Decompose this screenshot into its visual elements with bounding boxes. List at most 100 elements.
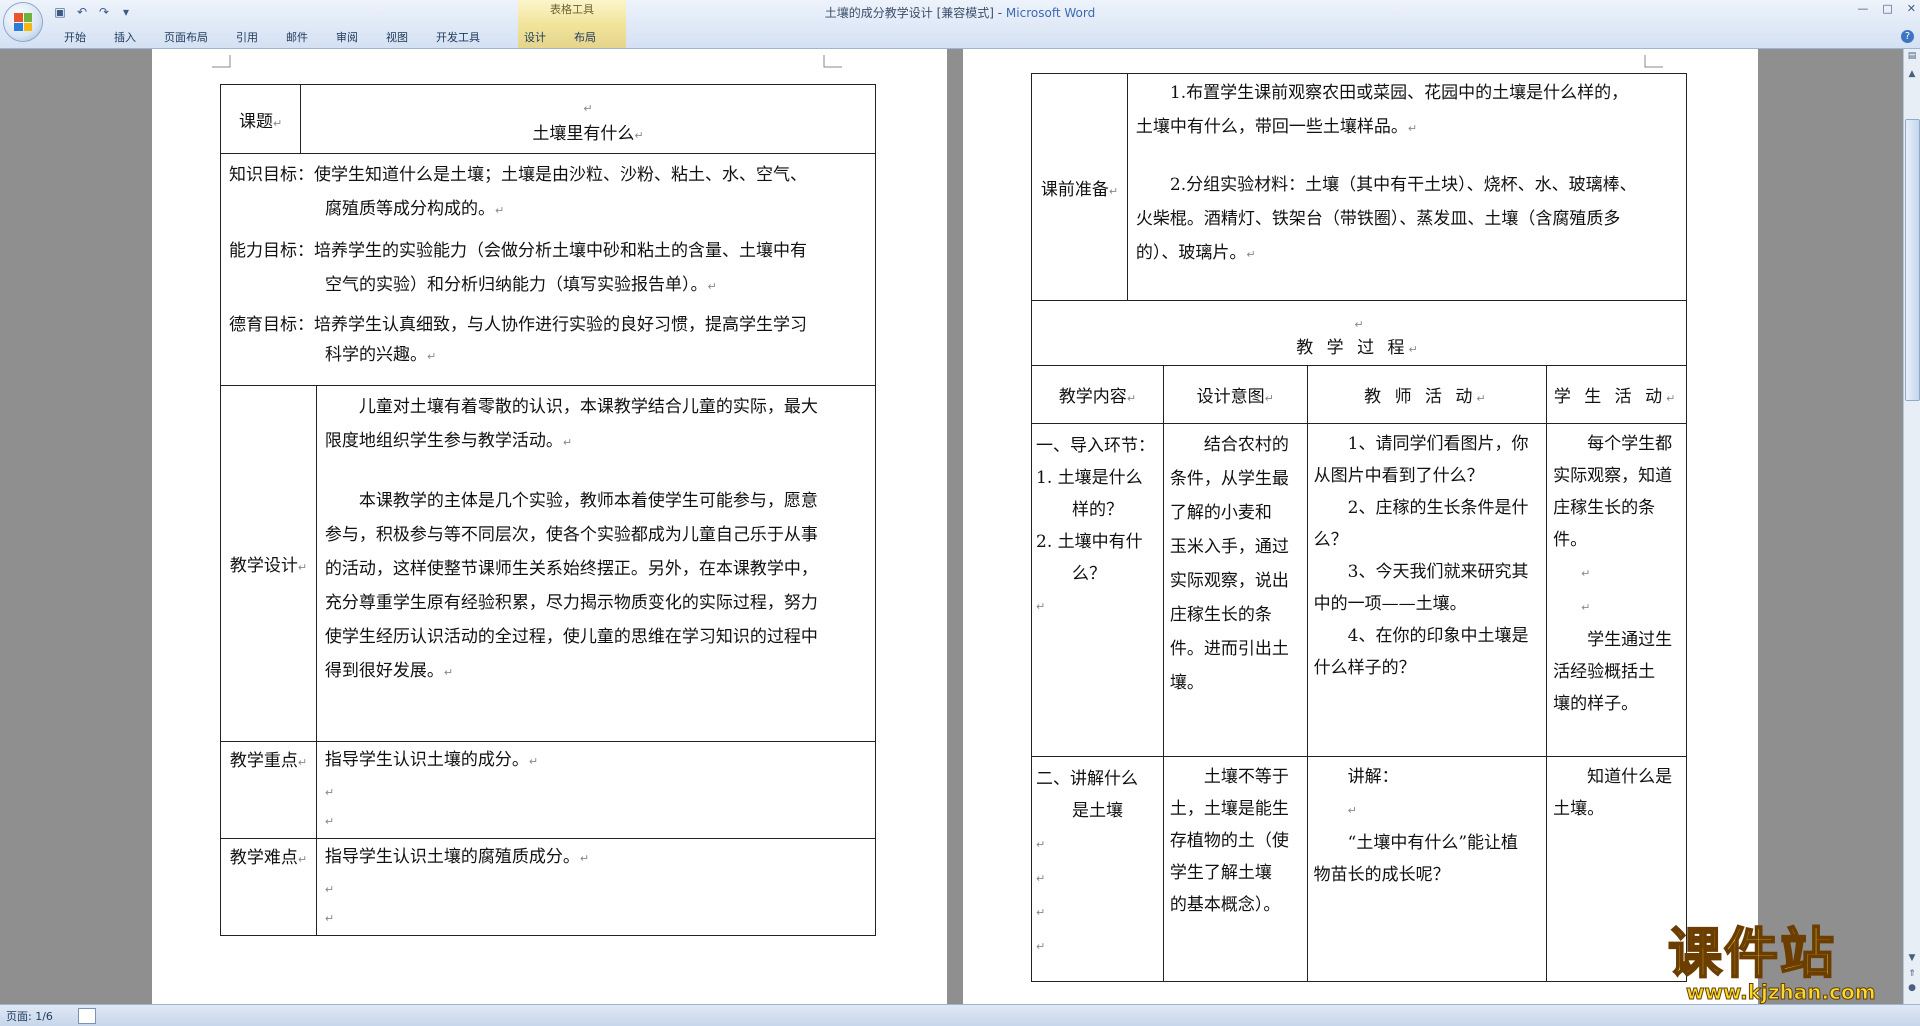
objectives-row: 知识目标：使学生知道什么是土壤；土壤是由沙粒、沙粉、粘土、水、空气、 腐殖质等成… [220, 153, 876, 386]
design-row: 教学设计↵ 儿童对土壤有着零散的认识，本课教学结合儿童的实际，最大 限度地组织学… [220, 385, 877, 742]
design-text-line: 本课教学的主体是几个实验，教师本着使学生可能参与，愿意 [358, 491, 818, 511]
page-2[interactable]: 课前准备↵ 1.布置学生课前观察农田或菜园、花园中的土壤是什么样的， 土壤中有什… [963, 49, 1758, 1004]
difficulty-label-cell[interactable]: 教学难点↵ [220, 838, 317, 936]
design-text-line: 限度地组织学生参与教学活动。↵ [324, 431, 573, 451]
tab-review[interactable]: 审阅 [322, 28, 372, 48]
design-text-line: 充分尊重学生原有经验积累，尽力揭示物质变化的实际过程，努力 [324, 593, 818, 613]
design-label: 教学设计 [229, 556, 298, 576]
topic-label: 课题 [239, 111, 273, 132]
design-text-line: 参与，积极参与等不同层次，使各个实验都成为儿童自己乐于从事 [324, 525, 818, 545]
design-text-line: 使学生经历认识活动的全过程，使儿童的思维在学习知识的过程中 [324, 627, 818, 647]
teaching-process-table: 课前准备↵ 1.布置学生课前观察农田或菜园、花园中的土壤是什么样的， 土壤中有什… [1031, 73, 1688, 982]
design-text-line: 的活动，这样使整节课师生关系始终摆正。另外，在本课教学中， [324, 559, 818, 579]
document-name: 土壤的成分教学设计 [兼容模式] - [824, 6, 1006, 20]
browse-object-icon[interactable]: ● [1906, 983, 1918, 995]
prep-text-line: 1.布置学生课前观察农田或菜园、花园中的土壤是什么样的， [1169, 83, 1629, 103]
process-row-1: 一、导入环节： 1. 土壤是什么 样的？ 2. 土壤中有什 么？ ↵ 结合农村的… [1031, 423, 1687, 757]
proofing-icon[interactable] [78, 1008, 96, 1024]
app-name: Microsoft Word [1005, 6, 1096, 20]
maximize-icon[interactable]: □ [1882, 2, 1892, 15]
key-label-cell[interactable]: 教学重点↵ [220, 741, 317, 839]
header-intent[interactable]: 设计意图↵ [1162, 365, 1308, 424]
row1-teacher-cell[interactable]: 1、请同学们看图片，你 从图片中看到了什么？ 2、庄稼的生长条件是什 么？ 3、… [1306, 423, 1548, 757]
objective-moral: 德育目标：培养学生认真细致，与人协作进行实验的良好习惯，提高学生学习 [229, 315, 807, 335]
tab-design[interactable]: 设计 [510, 28, 560, 48]
prep-text-line: 2.分组实验材料：土壤（其中有干土块）、烧杯、水、玻璃棒、 [1169, 175, 1637, 195]
prep-row: 课前准备↵ 1.布置学生课前观察农田或菜园、花园中的土壤是什么样的， 土壤中有什… [1031, 73, 1688, 301]
difficulty-text: 指导学生认识土壤的腐殖质成分。 [324, 847, 580, 867]
prep-text-line: 的）、玻璃片。↵ [1135, 243, 1256, 263]
prep-text-line: 土壤中有什么，带回一些土壤样品。↵ [1135, 117, 1418, 137]
process-row-2: 二、讲解什么 是土壤 ↵ ↵ ↵ ↵ 土壤不等于 土，土壤是能生 存植物的土（使… [1031, 756, 1687, 982]
row2-intent-cell[interactable]: 土壤不等于 土，土壤是能生 存植物的土（使 学生了解土壤 的基本概念）。 [1162, 756, 1308, 982]
design-text-line: 得到很好发展。↵ [324, 661, 454, 681]
page-corner-mark [823, 55, 842, 68]
row2-teacher-cell[interactable]: 讲解： ↵ “土壤中有什么”能让植 物苗长的成长呢？ [1306, 756, 1548, 982]
close-icon[interactable]: ✕ [1907, 2, 1916, 15]
topic-row: 课题↵ ↵ 土壤里有什么↵ [220, 84, 877, 154]
tab-view[interactable]: 视图 [372, 28, 422, 48]
row1-student-cell[interactable]: 每个学生都 实际观察，知道 庄稼生长的条 件。 ↵ ↵ 学生通过生 活经验概括土… [1546, 423, 1687, 757]
objective-moral-cont: 科学的兴趣。↵ [325, 345, 437, 365]
prep-label: 课前准备 [1040, 179, 1109, 200]
objective-knowledge-cont: 腐殖质等成分构成的。↵ [325, 199, 505, 219]
watermark-chinese: 课件站 [1667, 922, 1836, 985]
document-title: 土壤的成分教学设计 [兼容模式] - Microsoft Word [0, 4, 1920, 21]
header-content[interactable]: 教学内容↵ [1031, 365, 1164, 424]
tab-page-layout[interactable]: 页面布局 [150, 28, 222, 48]
ruler-toggle-icon[interactable]: ▤ [1906, 51, 1918, 63]
tab-developer[interactable]: 开发工具 [422, 28, 494, 48]
scroll-up-icon[interactable]: ▲ [1906, 69, 1918, 81]
help-icon[interactable]: ? [1901, 30, 1914, 43]
page-corner-mark [1644, 55, 1663, 68]
objective-ability-cont: 空气的实验）和分析归纳能力（填写实验报告单）。↵ [325, 275, 717, 295]
vertical-scrollbar[interactable]: ▤ ▲ ▼ ⇑ ● [1903, 49, 1920, 1004]
objective-knowledge: 知识目标：使学生知道什么是土壤；土壤是由沙粒、沙粉、粘土、水、空气、 [229, 165, 807, 185]
key-text: 指导学生认识土壤的成分。 [324, 750, 529, 770]
prep-label-cell[interactable]: 课前准备↵ [1031, 73, 1128, 301]
design-label-cell[interactable]: 教学设计↵ [220, 385, 317, 742]
watermark-url: www.kjzhan.com [1686, 980, 1877, 1005]
page-indicator[interactable]: 页面: 1/6 [6, 1008, 53, 1024]
page-1[interactable]: 课题↵ ↵ 土壤里有什么↵ 知识目标：使学生知道什么是土壤；土壤是由沙粒、沙粉、粘… [152, 49, 947, 1004]
process-title-cell[interactable]: ↵ 教 学 过 程↵ [1031, 300, 1687, 366]
header-teacher[interactable]: 教 师 活 动↵ [1306, 365, 1548, 424]
difficulty-text-cell[interactable]: 指导学生认识土壤的腐殖质成分。↵ ↵ ↵ [315, 838, 877, 936]
row2-content-cell[interactable]: 二、讲解什么 是土壤 ↵ ↵ ↵ ↵ [1031, 756, 1164, 982]
row1-intent-cell[interactable]: 结合农村的 条件，从学生最 了解的小麦和 玉米入手，通过 实际观察，说出 庄稼生… [1162, 423, 1308, 757]
tab-home[interactable]: 开始 [50, 28, 100, 48]
site-watermark: 课件站 www.kjzhan.com [1667, 922, 1900, 1005]
header-student[interactable]: 学 生 活 动↵ [1546, 365, 1687, 424]
page-corner-mark [212, 55, 231, 68]
key-text-cell[interactable]: 指导学生认识土壤的成分。↵ ↵ ↵ [315, 741, 877, 839]
tab-mailings[interactable]: 邮件 [272, 28, 322, 48]
objectives-cell[interactable]: 知识目标：使学生知道什么是土壤；土壤是由沙粒、沙粉、粘土、水、空气、 腐殖质等成… [220, 153, 876, 386]
document-workspace: 课题↵ ↵ 土壤里有什么↵ 知识目标：使学生知道什么是土壤；土壤是由沙粒、沙粉、粘… [0, 49, 1904, 1004]
design-text-line: 儿童对土壤有着零散的认识，本课教学结合儿童的实际，最大 [358, 397, 818, 417]
tab-references[interactable]: 引用 [222, 28, 272, 48]
previous-page-icon[interactable]: ⇑ [1906, 969, 1918, 981]
design-text-cell[interactable]: 儿童对土壤有着零散的认识，本课教学结合儿童的实际，最大 限度地组织学生参与教学活… [315, 385, 877, 742]
topic-label-cell[interactable]: 课题↵ [220, 84, 301, 154]
topic-value-cell[interactable]: ↵ 土壤里有什么↵ [299, 84, 877, 154]
prep-text-line: 火柴棍。酒精灯、铁架台（带铁圈）、蒸发皿、土壤（含腐殖质多 [1135, 209, 1621, 229]
topic-value: 土壤里有什么 [532, 124, 635, 144]
row2-student-cell[interactable]: 知道什么是 土壤。 [1546, 756, 1687, 982]
row1-content-cell[interactable]: 一、导入环节： 1. 土壤是什么 样的？ 2. 土壤中有什 么？ ↵ [1031, 423, 1164, 757]
tab-layout[interactable]: 布局 [560, 28, 610, 48]
ribbon-tabs: 开始 插入 页面布局 引用 邮件 审阅 视图 开发工具 设计 布局 [50, 28, 610, 48]
minimize-icon[interactable]: — [1857, 2, 1868, 15]
prep-text-cell[interactable]: 1.布置学生课前观察农田或菜园、花园中的土壤是什么样的， 土壤中有什么，带回一些… [1126, 73, 1688, 301]
difficulty-row: 教学难点↵ 指导学生认识土壤的腐殖质成分。↵ ↵ ↵ [220, 838, 877, 936]
scroll-down-icon[interactable]: ▼ [1906, 953, 1918, 965]
key-point-row: 教学重点↵ 指导学生认识土壤的成分。↵ ↵ ↵ [220, 741, 877, 839]
process-header-row: 教学内容↵ 设计意图↵ 教 师 活 动↵ 学 生 活 动↵ [1031, 365, 1687, 424]
difficulty-label: 教学难点 [229, 848, 298, 868]
title-bar: ▣ ↶ ↷ ▾ 表格工具 土壤的成分教学设计 [兼容模式] - Microsof… [0, 0, 1920, 49]
scroll-thumb[interactable] [1905, 119, 1920, 401]
tab-insert[interactable]: 插入 [100, 28, 150, 48]
process-title: 教 学 过 程 [1296, 338, 1409, 358]
status-bar: 页面: 1/6 [0, 1004, 1920, 1026]
key-label: 教学重点 [229, 751, 298, 771]
lesson-plan-table: 课题↵ ↵ 土壤里有什么↵ 知识目标：使学生知道什么是土壤；土壤是由沙粒、沙粉、粘… [220, 84, 877, 936]
